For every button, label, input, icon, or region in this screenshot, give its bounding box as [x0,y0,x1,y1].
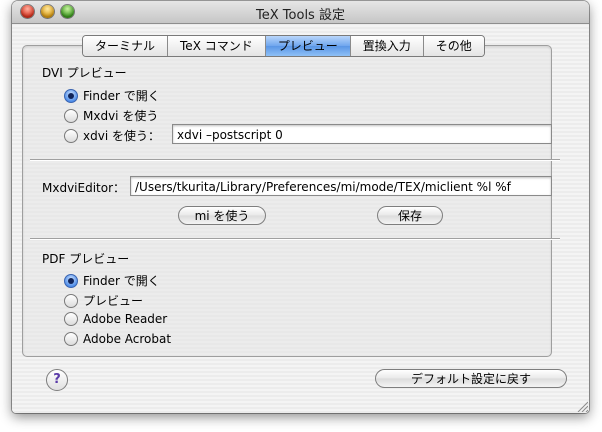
radio-unselected-icon [64,128,78,143]
radio-label: Finder で開く [83,274,160,288]
mxdvi-editor-field[interactable]: /Users/tkurita/Library/Preferences/mi/mo… [130,176,552,196]
use-mi-button[interactable]: mi を使う [178,206,266,225]
dvi-radio-mxdvi[interactable]: Mxdvi を使う [64,107,158,124]
radio-selected-icon [64,273,78,288]
dvi-preview-heading: DVI プレビュー [42,66,127,80]
radio-label: Adobe Acrobat [83,332,172,346]
radio-label: Finder で開く [83,89,160,103]
mxdvi-editor-label: MxdviEditor： [42,181,126,195]
pdf-radio-adobe-acrobat[interactable]: Adobe Acrobat [64,332,171,346]
resize-grip-icon[interactable] [576,400,588,412]
tab-replace-input[interactable]: 置換入力 [350,36,424,56]
section-divider [30,159,560,161]
pdf-radio-preview[interactable]: プレビュー [64,292,143,309]
restore-defaults-button[interactable]: デフォルト設定に戻す [375,369,567,388]
tab-tex-command[interactable]: TeX コマンド [168,36,266,56]
tab-terminal[interactable]: ターミナル [83,36,169,56]
radio-label: xdvi を使う： [83,129,160,143]
pdf-radio-adobe-reader[interactable]: Adobe Reader [64,312,167,326]
pdf-preview-heading: PDF プレビュー [42,252,130,266]
radio-unselected-icon [64,312,78,326]
tab-preview[interactable]: プレビュー [265,36,351,56]
window-title: TeX Tools 設定 [256,8,345,23]
radio-unselected-icon [64,293,78,308]
radio-label: Mxdvi を使う [83,109,159,123]
pdf-radio-finder[interactable]: Finder で開く [64,272,160,289]
tab-bar: ターミナル TeX コマンド プレビュー 置換入力 その他 [82,35,485,57]
save-button[interactable]: 保存 [377,206,443,225]
title-bar[interactable]: TeX Tools 設定 [12,1,589,24]
tab-other[interactable]: その他 [423,36,484,56]
section-divider [30,238,560,240]
radio-label: プレビュー [83,294,144,308]
xdvi-command-field[interactable]: xdvi –postscript 0 [172,124,552,144]
help-button[interactable]: ? [46,369,68,391]
dvi-radio-finder[interactable]: Finder で開く [64,87,160,104]
radio-label: Adobe Reader [83,312,168,326]
radio-unselected-icon [64,332,78,346]
radio-selected-icon [64,88,78,103]
dvi-radio-xdvi[interactable]: xdvi を使う： [64,127,160,144]
radio-unselected-icon [64,108,78,123]
